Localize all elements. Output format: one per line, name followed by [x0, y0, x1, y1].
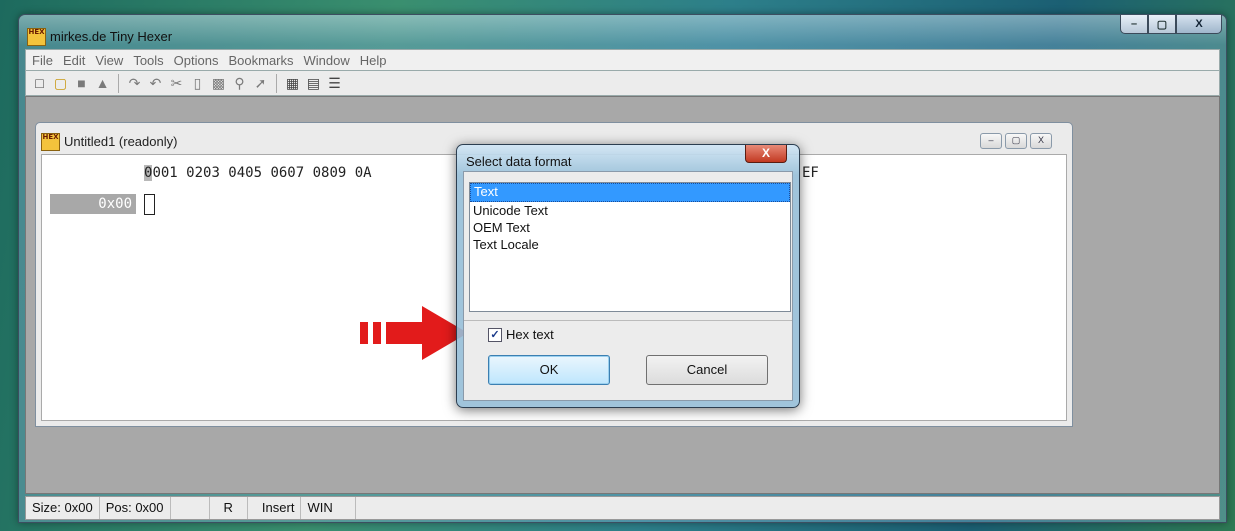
status-size: Size: 0x00 [26, 497, 100, 519]
cancel-button[interactable]: Cancel [646, 355, 768, 385]
toolbar-separator [118, 73, 121, 93]
status-mode: R [210, 497, 248, 519]
format-option-unicode-text[interactable]: Unicode Text [470, 202, 790, 219]
cut-icon[interactable]: ✂ [167, 74, 186, 93]
hex-text-label[interactable]: Hex text [506, 327, 554, 342]
document-caption-buttons: – ▢ X [980, 133, 1052, 149]
dialog-body: Text Unicode Text OEM Text Text Locale ✓… [463, 171, 793, 401]
status-pos: Pos: 0x00 [100, 497, 171, 519]
hex-text-option[interactable]: ✓ Hex text [488, 327, 554, 342]
status-charset: WIN [301, 497, 356, 519]
format-option-text-locale[interactable]: Text Locale [470, 236, 790, 253]
select-data-format-dialog: Select data format X Text Unicode Text O… [456, 144, 800, 408]
view-text-icon[interactable]: ▤ [304, 74, 323, 93]
find-icon[interactable]: ⚲ [230, 74, 249, 93]
toolbar: □ ▢ ■ ▲ ↷ ↶ ✂ ▯ ▩ ⚲ ➚ ▦ ▤ ☰ [25, 70, 1220, 96]
document-title: Untitled1 (readonly) [64, 134, 178, 149]
redo-icon[interactable]: ↶ [146, 74, 165, 93]
dialog-title: Select data format [466, 154, 572, 169]
undo-icon[interactable]: ↷ [125, 74, 144, 93]
minimize-button[interactable]: – [1120, 15, 1148, 34]
caption-buttons: – ▢ X [1120, 15, 1222, 34]
open-folder-icon[interactable]: ▢ [51, 74, 70, 93]
red-arrow-icon [360, 306, 468, 360]
offset-header-tail: EF [802, 165, 819, 181]
dialog-close-button[interactable]: X [745, 145, 787, 163]
new-file-icon[interactable]: □ [30, 74, 49, 93]
close-button[interactable]: X [1176, 15, 1222, 34]
menu-bookmarks[interactable]: Bookmarks [228, 53, 293, 68]
status-bar: Size: 0x00 Pos: 0x00 R Insert WIN [25, 496, 1220, 520]
title-bar[interactable]: HEX mirkes.de Tiny Hexer – ▢ X [19, 15, 1226, 49]
window-title: mirkes.de Tiny Hexer [50, 29, 173, 44]
app-hex-icon: HEX [27, 28, 46, 46]
doc-minimize-button[interactable]: – [980, 133, 1002, 149]
menu-edit[interactable]: Edit [63, 53, 85, 68]
format-option-oem-text[interactable]: OEM Text [470, 219, 790, 236]
offset-header: 0001 0203 0405 0607 0809 0A [144, 165, 372, 181]
doc-close-button[interactable]: X [1030, 133, 1052, 149]
row-address: 0x00 [50, 194, 136, 214]
menu-bar: File Edit View Tools Options Bookmarks W… [25, 49, 1220, 71]
ok-button[interactable]: OK [488, 355, 610, 385]
offset-header-rest: 001 0203 0405 0607 0809 0A [152, 165, 372, 181]
menu-window[interactable]: Window [304, 53, 350, 68]
menu-options[interactable]: Options [174, 53, 219, 68]
copy-icon[interactable]: ▯ [188, 74, 207, 93]
menu-tools[interactable]: Tools [133, 53, 163, 68]
hex-text-checkbox[interactable]: ✓ [488, 327, 502, 342]
view-hex-icon[interactable]: ▦ [283, 74, 302, 93]
print-icon[interactable]: ▲ [93, 74, 112, 93]
doc-maximize-button[interactable]: ▢ [1005, 133, 1027, 149]
goto-icon[interactable]: ➚ [251, 74, 270, 93]
toolbar-separator [276, 73, 279, 93]
maximize-button[interactable]: ▢ [1148, 15, 1176, 34]
menu-view[interactable]: View [95, 53, 123, 68]
edit-cursor[interactable] [144, 194, 155, 215]
save-icon[interactable]: ■ [72, 74, 91, 93]
format-listbox[interactable]: Text Unicode Text OEM Text Text Locale [469, 182, 791, 312]
document-hex-icon: HEX [41, 133, 60, 151]
format-option-text[interactable]: Text [470, 183, 790, 202]
status-blank [171, 497, 210, 519]
menu-help[interactable]: Help [360, 53, 387, 68]
paste-icon[interactable]: ▩ [209, 74, 228, 93]
dialog-divider [464, 320, 792, 321]
status-insert: Insert [248, 497, 302, 519]
menu-file[interactable]: File [32, 53, 53, 68]
view-list-icon[interactable]: ☰ [325, 74, 344, 93]
